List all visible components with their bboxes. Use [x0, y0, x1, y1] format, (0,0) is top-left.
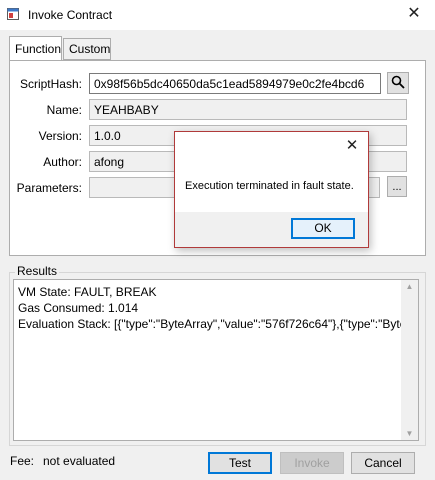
tab-custom-label: Custom — [69, 42, 111, 56]
cancel-button[interactable]: Cancel — [351, 452, 415, 474]
message-text: Execution terminated in fault state. — [185, 180, 354, 192]
message-close-icon[interactable]: ✕ — [342, 137, 362, 155]
vm-state-line: VM State: FAULT, BREAK — [18, 285, 157, 299]
window-close-icon[interactable]: ✕ — [401, 4, 427, 24]
scroll-up-icon[interactable]: ▲ — [405, 282, 414, 291]
tab-custom[interactable]: Custom — [63, 38, 111, 60]
message-box: ✕ Execution terminated in fault state. O… — [174, 131, 369, 248]
search-button[interactable] — [387, 72, 409, 94]
results-textbox[interactable]: VM State: FAULT, BREAK Gas Consumed: 1.01… — [13, 279, 419, 441]
tab-function[interactable]: Function — [9, 36, 62, 60]
evaluation-stack-line: Evaluation Stack: [{"type":"ByteArray","… — [18, 317, 402, 331]
message-footer: OK — [175, 212, 368, 247]
results-scrollbar[interactable]: ▲ ▼ — [401, 280, 418, 440]
version-label: Version: — [38, 129, 82, 143]
script-hash-input[interactable]: 0x98f56b5dc40650da5c1ead5894979e0c2fe4bc… — [89, 73, 381, 94]
name-field: YEAHBABY — [89, 99, 407, 120]
name-label: Name: — [46, 103, 82, 117]
results-text: VM State: FAULT, BREAK Gas Consumed: 1.01… — [18, 284, 402, 332]
tab-function-label: Function — [15, 42, 62, 56]
parameters-label: Parameters: — [16, 181, 82, 195]
parameters-browse-button[interactable]: ... — [387, 176, 407, 197]
scroll-down-icon[interactable]: ▼ — [405, 429, 414, 438]
results-legend: Results — [15, 264, 60, 278]
invoke-button: Invoke — [280, 452, 344, 474]
script-hash-label: ScriptHash: — [19, 77, 82, 91]
fee-value: not evaluated — [43, 454, 116, 468]
test-button[interactable]: Test — [208, 452, 272, 474]
fee-label: Fee: — [10, 454, 35, 468]
window-title: Invoke Contract — [28, 8, 113, 22]
form-icon — [7, 8, 19, 20]
ok-button[interactable]: OK — [291, 218, 355, 239]
author-label: Author: — [43, 155, 82, 169]
gas-consumed-line: Gas Consumed: 1.014 — [18, 301, 139, 315]
results-group: Results VM State: FAULT, BREAK Gas Consum… — [9, 264, 426, 446]
search-icon — [391, 75, 405, 92]
title-bar: Invoke Contract ✕ — [0, 0, 435, 30]
